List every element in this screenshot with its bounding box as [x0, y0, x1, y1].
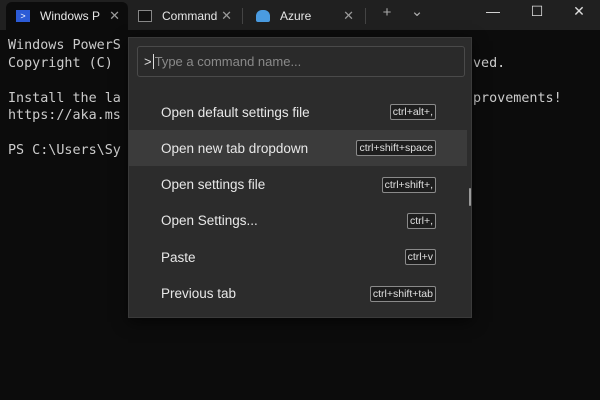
command-item[interactable]: Open Settings... ctrl+,: [129, 203, 467, 239]
command-label: Open Settings...: [161, 213, 258, 229]
terminal-line: Windows PowerS: [8, 38, 121, 53]
tab-dropdown-button[interactable]: ⌄: [405, 2, 429, 20]
maximize-button[interactable]: ☐: [522, 3, 552, 20]
tab-label: Azure: [280, 9, 312, 23]
minimize-button[interactable]: —: [478, 3, 508, 19]
command-item[interactable]: Open settings file ctrl+shift+,: [129, 167, 467, 203]
scrollbar-thumb[interactable]: [469, 188, 471, 206]
new-tab-button[interactable]: +: [375, 4, 399, 21]
powershell-icon: >: [16, 10, 30, 22]
shortcut-badge: ctrl+shift+space: [356, 140, 436, 157]
command-prefix: >: [144, 54, 152, 69]
close-tab-icon[interactable]: ✕: [109, 8, 120, 24]
terminal-line: Install the la: [8, 90, 121, 106]
shortcut-badge: ctrl+v: [404, 249, 436, 266]
shortcut-badge: ctrl+shift+tab: [369, 285, 436, 302]
shortcut-badge: ctrl+,: [406, 212, 436, 229]
command-search-input[interactable]: [154, 54, 435, 69]
close-tab-icon[interactable]: ✕: [221, 8, 232, 24]
command-item[interactable]: Previous tab ctrl+shift+tab: [129, 276, 467, 312]
command-label: Paste: [161, 249, 196, 265]
shortcut-badge: ctrl+alt+,: [389, 104, 436, 120]
command-search-box[interactable]: >: [137, 46, 465, 77]
tab-divider: [242, 8, 243, 24]
tab-azure[interactable]: Azure ✕: [246, 2, 362, 30]
terminal-line-right: ved.: [473, 55, 506, 71]
command-label: Open new tab dropdown: [161, 140, 309, 156]
tab-label: Command: [162, 9, 218, 23]
shortcut-badge: ctrl+shift+,: [381, 176, 436, 193]
tab-windows-powershell[interactable]: > Windows P ✕: [6, 2, 128, 30]
command-item[interactable]: Open new tab dropdown ctrl+shift+space: [129, 130, 467, 167]
azure-cloud-icon: [256, 10, 270, 22]
cmd-icon: [138, 10, 152, 22]
command-label: Previous tab: [161, 286, 237, 301]
tab-label: Windows P: [40, 9, 101, 23]
terminal-line: Copyright (C): [8, 55, 113, 71]
command-item[interactable]: Open default settings file ctrl+alt+,: [129, 94, 467, 130]
command-label: Open default settings file: [161, 104, 310, 120]
title-bar: > Windows P ✕ Command ✕ Azure ✕ + ⌄ — ☐ …: [0, 0, 600, 30]
text-caret: [152, 54, 154, 69]
close-window-button[interactable]: ✕: [564, 3, 594, 20]
close-tab-icon[interactable]: ✕: [343, 8, 354, 24]
command-palette: > Open default settings filectrl+alt+,Op…: [128, 37, 472, 318]
command-label: Open settings file: [161, 177, 266, 193]
tab-divider: [365, 8, 366, 24]
terminal-line: PS C:\Users\Sy: [8, 143, 121, 158]
command-item[interactable]: Paste ctrl+v: [129, 239, 467, 275]
terminal-line: https://aka.ms: [8, 108, 121, 123]
tab-command[interactable]: Command ✕: [128, 2, 240, 30]
terminal-line-right: provements!: [473, 90, 562, 106]
